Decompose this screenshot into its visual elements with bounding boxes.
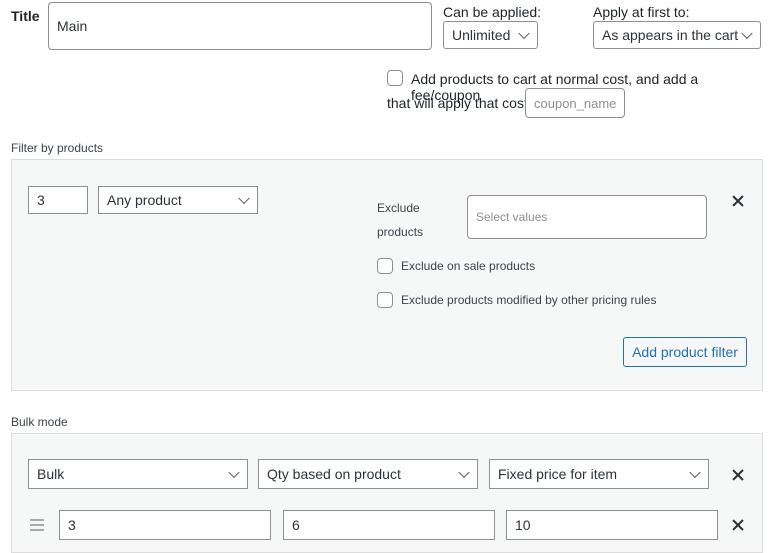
bulk-section-label: Bulk mode [11,415,68,429]
qty-basis-select[interactable]: Qty based on product [258,459,478,489]
remove-filter-close-icon[interactable] [731,194,745,208]
exclude-modified-checkbox[interactable] [377,292,393,308]
chevron-down-icon [458,466,470,479]
exclude-on-sale-label: Exclude on sale products [401,259,536,273]
chevron-down-icon [741,27,753,40]
remove-bulk-close-icon[interactable] [731,468,745,482]
filter-product-select[interactable]: Any product [98,186,258,214]
range-value-input[interactable] [506,510,718,540]
bulk-panel: Bulk Qty based on product Fixed price fo… [11,433,763,553]
add-at-normal-cost-checkbox[interactable] [387,70,403,86]
drag-handle-icon[interactable] [30,519,44,534]
bulk-mode-value: Bulk [37,466,65,482]
chevron-down-icon [689,466,701,479]
apply-first-label: Apply at first to: [593,4,690,20]
filter-panel: Any product Exclude products Exclude on … [11,159,763,391]
price-type-value: Fixed price for item [498,466,618,482]
exclude-modified-label: Exclude products modified by other prici… [401,293,657,307]
price-type-select[interactable]: Fixed price for item [489,459,709,489]
exclude-products-label-2: products [377,225,424,239]
filter-qty-input[interactable] [28,186,88,214]
chevron-down-icon [238,192,250,205]
exclude-products-label: Exclude [377,201,420,215]
remove-range-close-icon[interactable] [731,518,745,532]
chevron-down-icon [518,27,530,40]
exclude-on-sale-checkbox[interactable] [377,258,393,274]
range-to-input[interactable] [283,510,495,540]
chevron-down-icon [228,466,240,479]
title-label: Title [11,8,40,24]
add-at-normal-cost-text-2: that will apply that cost [387,95,528,111]
add-product-filter-button[interactable]: Add product filter [623,337,747,367]
apply-first-value: As appears in the cart [602,27,739,43]
bulk-mode-select[interactable]: Bulk [28,459,248,489]
can-be-applied-select[interactable]: Unlimited [443,21,538,49]
coupon-name-input[interactable] [525,88,625,118]
can-be-applied-label: Can be applied: [443,4,542,20]
can-be-applied-value: Unlimited [452,27,511,43]
filter-section-label: Filter by products [11,141,104,155]
range-from-input[interactable] [59,510,271,540]
exclude-products-input[interactable] [467,195,707,239]
title-input[interactable] [48,2,432,50]
filter-product-value: Any product [107,192,182,208]
apply-first-select[interactable]: As appears in the cart [593,21,761,49]
qty-basis-value: Qty based on product [267,466,401,482]
